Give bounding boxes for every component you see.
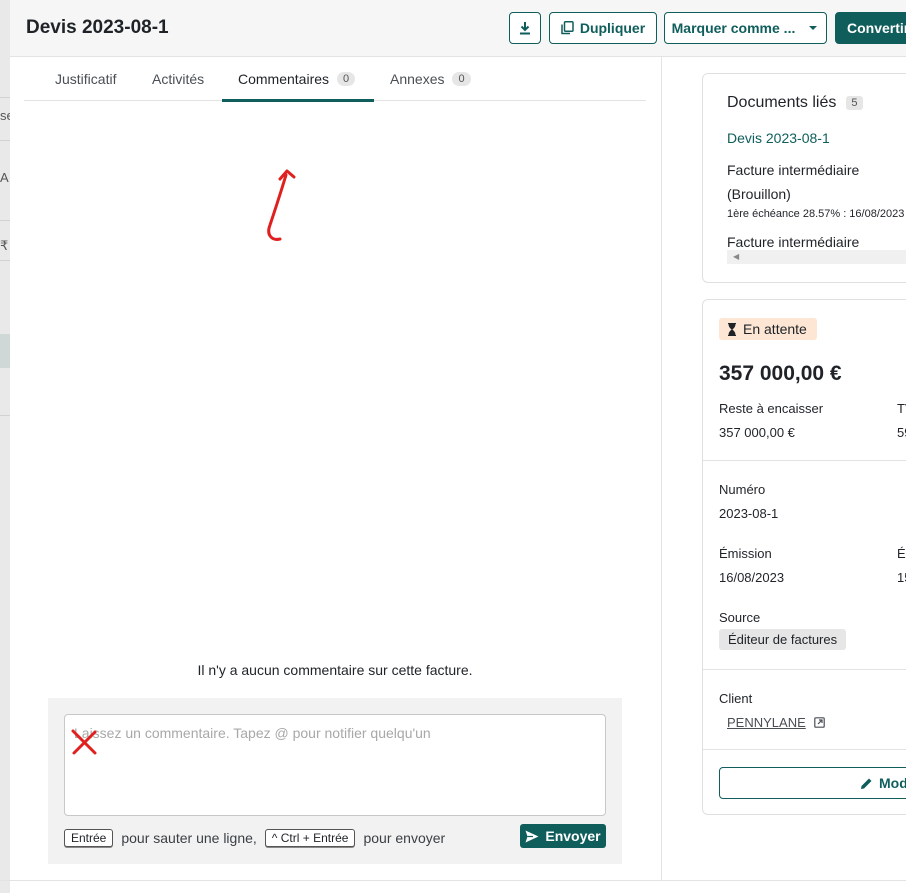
client-label: Client [719, 691, 753, 706]
linked-document-status: (Brouillon) [727, 186, 791, 202]
tab-annexes[interactable]: Annexes 0 [390, 57, 471, 101]
tab-label: Commentaires [238, 71, 330, 87]
red-x-annotation-icon [71, 729, 97, 755]
bg-divider [0, 415, 10, 416]
tab-count-badge: 0 [452, 72, 471, 86]
tab-label: Activités [152, 71, 205, 87]
bg-divider [0, 97, 10, 98]
keyboard-hint: Entrée pour sauter une ligne, ^ Ctrl + E… [64, 828, 445, 848]
enter-key: Entrée [64, 829, 114, 847]
scroll-left-icon[interactable]: ◀ [733, 252, 739, 261]
caret-down-icon [809, 26, 818, 30]
hourglass-icon [728, 322, 736, 336]
download-button[interactable] [509, 12, 541, 44]
due-date-label: Échéance [897, 546, 906, 561]
emission-value: 16/08/2023 [719, 570, 785, 585]
section-divider [703, 460, 906, 461]
external-link-icon [813, 717, 825, 728]
section-divider [703, 669, 906, 670]
empty-comments-message: Il n'y a aucun commentaire sur cette fac… [197, 662, 473, 678]
emission-label: Émission [719, 546, 772, 561]
bg-divider [0, 140, 10, 141]
tab-label: Justificatif [55, 71, 117, 87]
section-divider [703, 749, 906, 750]
tva-label: TVA [897, 401, 906, 416]
tva-value: 59 [897, 425, 906, 440]
convert-button[interactable]: Convertir [835, 12, 906, 44]
invoice-modal: Devis 2023-08-1 Dupliquer Marquer comme … [10, 0, 906, 893]
source-chip: Éditeur de factures [719, 629, 847, 650]
linked-documents-heading: Documents liés [727, 94, 837, 111]
tab-justificatif[interactable]: Justificatif [55, 57, 116, 101]
copy-icon [561, 21, 574, 35]
client-link[interactable]: PENNYLANE [727, 715, 825, 730]
bg-text: A [0, 170, 9, 185]
send-icon [525, 830, 539, 842]
page-title: Devis 2023-08-1 [26, 17, 169, 38]
send-button[interactable]: Envoyer [520, 824, 606, 848]
background-app: se A ₹ [0, 0, 10, 893]
comments-pane: Justificatif Activités Commentaires 0 An… [10, 57, 662, 881]
number-value: 2023-08-1 [719, 506, 779, 521]
mark-as-label: Marquer comme ... [671, 20, 796, 36]
bg-text: ₹ [0, 238, 9, 253]
client-name: PENNYLANE [727, 715, 806, 730]
tab-commentaires[interactable]: Commentaires 0 [222, 57, 374, 102]
ctrl-enter-key: ^ Ctrl + Entrée [264, 829, 356, 847]
linked-documents-title: Documents liés 5 [727, 94, 863, 112]
invoice-details-card: En attente 357 000,00 € Reste à encaisse… [702, 299, 906, 815]
tab-count-badge: 0 [337, 72, 356, 86]
pencil-icon [861, 778, 872, 789]
send-label: Envoyer [545, 828, 601, 844]
linked-documents-count: 5 [846, 96, 863, 110]
hint-newline-text: pour sauter une ligne, [121, 830, 257, 846]
due-date-value: 15 [897, 570, 906, 585]
mark-as-dropdown[interactable]: Marquer comme ... [664, 12, 827, 44]
horizontal-scrollbar[interactable]: ◀ [727, 250, 906, 264]
current-document-link[interactable]: Devis 2023-08-1 [727, 130, 830, 146]
hint-send-text: pour envoyer [363, 830, 446, 846]
download-icon [520, 22, 530, 35]
convert-label: Convertir [847, 20, 906, 36]
linked-document-name[interactable]: Facture intermédiaire [727, 162, 859, 178]
red-arrow-annotation-icon [267, 169, 296, 241]
comment-placeholder: Laissez un commentaire. Tapez @ pour not… [74, 725, 431, 741]
remaining-label: Reste à encaisser [719, 401, 824, 416]
comment-composer: Laissez un commentaire. Tapez @ pour not… [48, 698, 622, 864]
tab-activites[interactable]: Activités [152, 57, 204, 101]
linked-document-name[interactable]: Facture intermédiaire [727, 234, 859, 250]
bg-divider [0, 260, 10, 261]
number-label: Numéro [719, 482, 766, 497]
status-label: En attente [743, 321, 807, 337]
modal-header: Devis 2023-08-1 Dupliquer Marquer comme … [10, 0, 906, 57]
linked-document-detail: 1ère échéance 28.57% : 16/08/2023 [727, 208, 905, 220]
source-label: Source [719, 610, 761, 625]
modify-button[interactable]: Modifier [719, 767, 906, 799]
linked-documents-card: Documents liés 5 Devis 2023-08-1 Facture… [702, 73, 906, 283]
status-badge: En attente [719, 318, 817, 340]
invoice-amount: 357 000,00 € [719, 362, 842, 385]
bg-divider [0, 220, 10, 221]
bottom-divider [0, 880, 906, 881]
tab-bar: Justificatif Activités Commentaires 0 An… [24, 57, 646, 102]
remaining-value: 357 000,00 € [719, 425, 795, 440]
bg-text: se [0, 108, 10, 123]
bg-selected-row [0, 334, 10, 368]
modify-label: Modifier [879, 775, 906, 791]
pane-divider [661, 57, 662, 881]
duplicate-button[interactable]: Dupliquer [549, 12, 657, 44]
comment-input[interactable]: Laissez un commentaire. Tapez @ pour not… [64, 714, 606, 816]
tab-label: Annexes [390, 71, 445, 87]
duplicate-label: Dupliquer [579, 20, 646, 36]
